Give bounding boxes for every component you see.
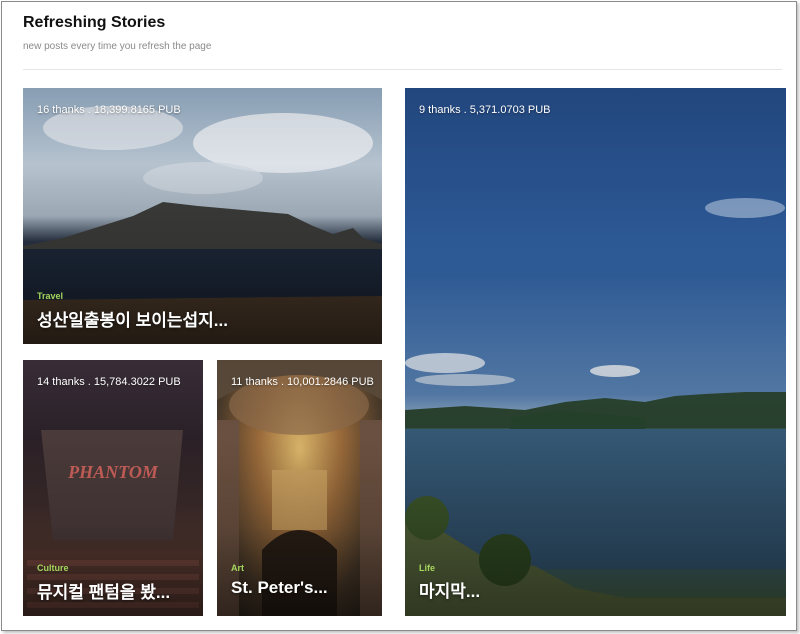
story-title[interactable]: St. Peter's... — [231, 578, 328, 598]
story-stats: 11 thanks . 10,001.2846 PUB — [231, 376, 374, 388]
page-header: Refreshing Stories new posts every time … — [23, 14, 211, 52]
story-category[interactable]: Art — [231, 563, 244, 573]
story-category[interactable]: Life — [419, 563, 435, 573]
story-card-culture[interactable]: PHANTOM 14 thanks . 15,784.3022 PUB Cult… — [23, 360, 203, 616]
header-divider — [23, 69, 782, 70]
story-card-life[interactable]: 9 thanks . 5,371.0703 PUB Life 마지막... — [405, 88, 786, 616]
story-title[interactable]: 성산일출봉이 보이는섭지... — [37, 306, 228, 331]
app-window: Refreshing Stories new posts every time … — [1, 1, 797, 631]
story-card-travel[interactable]: 16 thanks . 18,399.8165 PUB Travel 성산일출봉… — [23, 88, 382, 344]
story-title[interactable]: 뮤지컬 팬텀을 봤... — [37, 578, 170, 603]
story-stats: 16 thanks . 18,399.8165 PUB — [37, 104, 181, 116]
story-title[interactable]: 마지막... — [419, 577, 480, 602]
story-card-art[interactable]: 11 thanks . 10,001.2846 PUB Art St. Pete… — [217, 360, 382, 616]
page-title: Refreshing Stories — [23, 14, 166, 31]
story-stats: 14 thanks . 15,784.3022 PUB — [37, 376, 181, 388]
page-subtitle: new posts every time you refresh the pag… — [23, 41, 212, 52]
story-category[interactable]: Travel — [37, 291, 63, 301]
story-category[interactable]: Culture — [37, 563, 69, 573]
story-stats: 9 thanks . 5,371.0703 PUB — [419, 104, 551, 116]
card-overlay — [405, 88, 786, 616]
